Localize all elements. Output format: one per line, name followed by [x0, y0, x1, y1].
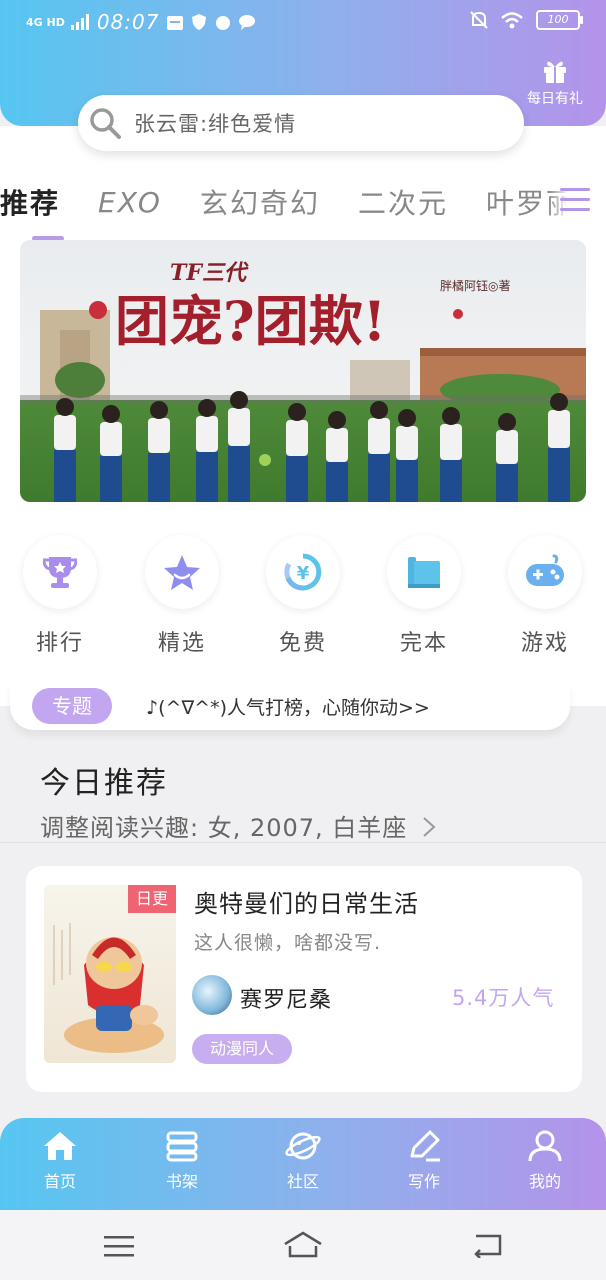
tab-anime[interactable]: 二次元 [358, 182, 448, 222]
nav-community-label: 社区 [286, 1172, 319, 1191]
mute-icon [470, 11, 488, 29]
bookshelf-icon [166, 1131, 198, 1162]
system-navigation-bar [0, 1210, 606, 1280]
adjust-interests-text: 调整阅读兴趣: 女, 2007, 白羊座 [40, 814, 408, 842]
banner-author: 胖橘阿钰◎著 [440, 278, 510, 293]
category-shortcuts: 排行 精选 ¥ 免费 完本 游戏 [0, 535, 606, 660]
tab-exo[interactable]: EXO [98, 186, 162, 219]
topic-text: ♪(^∇^*)人气打榜，心随你动>> [146, 696, 430, 719]
nav-write[interactable]: 写作 [384, 1130, 464, 1192]
wifi-icon [501, 12, 523, 29]
nav-community[interactable]: 社区 [263, 1130, 343, 1192]
tab-menu-button[interactable] [548, 180, 598, 220]
games-label: 游戏 [520, 631, 569, 656]
nav-bookshelf[interactable]: 书架 [142, 1130, 222, 1192]
book-icon [408, 557, 440, 588]
user-icon [528, 1130, 562, 1162]
banner-title: 团宠?团欺! [115, 289, 386, 353]
svg-text:¥: ¥ [297, 563, 310, 584]
network-indicator: 4G HD [26, 15, 65, 29]
ranking-button[interactable] [23, 535, 97, 609]
status-bar: 4G HD 08:07 100 [0, 0, 606, 46]
chevron-right-icon [423, 817, 436, 837]
author-name[interactable]: 赛罗尼桑 [240, 982, 332, 1014]
book-title[interactable]: 奥特曼们的日常生活 [194, 884, 419, 919]
shortcut-ranking[interactable]: 排行 [20, 535, 100, 657]
menu-icon [560, 188, 590, 211]
shield-icon [191, 14, 206, 30]
chat-icon [238, 15, 255, 30]
back-icon[interactable] [472, 1232, 504, 1258]
home-button-icon[interactable] [283, 1230, 323, 1260]
popularity-count: 5.4万人气 [452, 986, 555, 1010]
search-icon [90, 108, 121, 139]
featured-button[interactable] [145, 535, 219, 609]
divider [0, 842, 606, 843]
gift-label: 每日有礼 [527, 91, 583, 107]
calendar-icon [166, 16, 183, 30]
featured-label: 精选 [157, 631, 206, 656]
gamepad-icon [526, 554, 564, 586]
shortcut-games[interactable]: 游戏 [505, 535, 585, 657]
trophy-icon [43, 557, 77, 588]
completed-label: 完本 [399, 631, 448, 656]
nav-bookshelf-label: 书架 [165, 1172, 198, 1191]
banner-image: TF三代 团宠?团欺! 胖橘阿钰◎著 [20, 240, 586, 502]
daily-gift-button[interactable]: 每日有礼 [520, 58, 590, 108]
star-icon [164, 555, 200, 590]
section-title: 今日推荐 [40, 766, 168, 801]
banner-series: TF三代 [170, 260, 249, 286]
battery-indicator: 100 [536, 10, 583, 30]
category-tabs: 推荐 EXO 玄幻奇幻 二次元 叶罗丽 [0, 178, 606, 226]
ranking-label: 排行 [35, 631, 84, 656]
search-bar[interactable]: 张云雷:绯色爱情 [78, 95, 524, 151]
tab-recommend[interactable]: 推荐 [0, 182, 60, 222]
tab-fantasy[interactable]: 玄幻奇幻 [200, 182, 320, 222]
completed-button[interactable] [387, 535, 461, 609]
planet-icon [285, 1132, 321, 1160]
pen-icon [410, 1130, 440, 1162]
book-description: 这人很懒，啥都没写. [194, 932, 382, 954]
nav-profile[interactable]: 我的 [505, 1130, 585, 1192]
home-icon [44, 1132, 76, 1160]
nav-write-label: 写作 [407, 1172, 440, 1191]
nav-home-label: 首页 [43, 1172, 76, 1191]
battery-level: 100 [547, 13, 569, 26]
alarm-icon [215, 16, 230, 30]
free-label: 免费 [278, 631, 327, 656]
free-button[interactable]: ¥ [266, 535, 340, 609]
nav-home[interactable]: 首页 [20, 1130, 100, 1192]
status-time: 08:07 [96, 10, 160, 34]
genre-tag[interactable]: 动漫同人 [192, 1034, 292, 1064]
shortcut-completed[interactable]: 完本 [384, 535, 464, 657]
daily-update-badge: 日更 [128, 885, 176, 913]
topic-banner[interactable]: 专题 ♪(^∇^*)人气打榜，心随你动>> [10, 682, 570, 730]
yen-icon: ¥ [284, 553, 322, 591]
shortcut-featured[interactable]: 精选 [142, 535, 222, 657]
shortcut-free[interactable]: ¥ 免费 [263, 535, 343, 657]
search-placeholder: 张云雷:绯色爱情 [134, 112, 297, 136]
avatar[interactable] [192, 975, 232, 1015]
games-button[interactable] [508, 535, 582, 609]
topic-badge: 专题 [32, 688, 112, 724]
menu-icon[interactable] [104, 1234, 134, 1258]
banner[interactable]: TF三代 团宠?团欺! 胖橘阿钰◎著 [20, 240, 586, 502]
adjust-interests-link[interactable]: 调整阅读兴趣: 女, 2007, 白羊座 [40, 808, 436, 843]
nav-profile-label: 我的 [528, 1172, 561, 1191]
gift-icon [544, 61, 566, 83]
signal-icon [70, 14, 89, 30]
bottom-navigation: 首页 书架 社区 写作 我的 [0, 1118, 606, 1210]
